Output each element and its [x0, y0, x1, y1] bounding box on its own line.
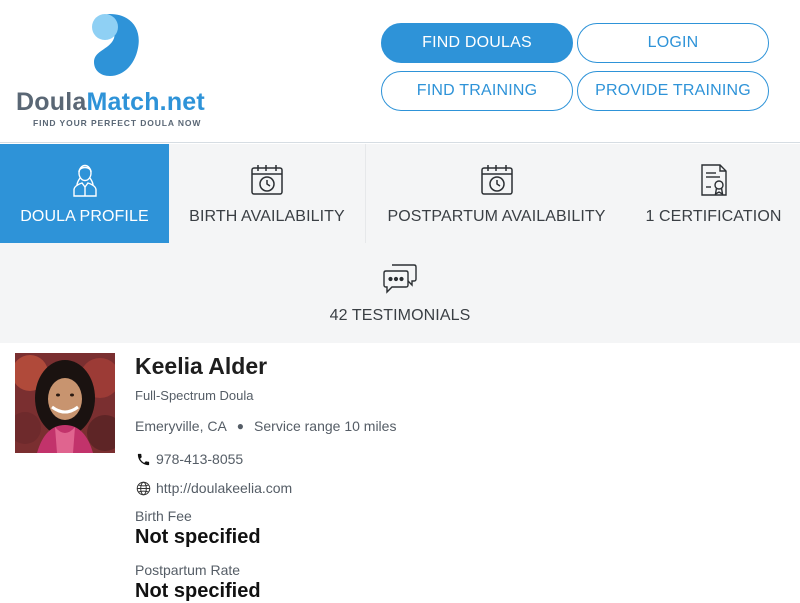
- phone-icon: [135, 451, 151, 467]
- tab-certification[interactable]: 1 CERTIFICATION: [627, 144, 800, 243]
- logo-word-part1: Doula: [16, 88, 87, 116]
- globe-icon: [135, 480, 151, 496]
- tab-label: 1 CERTIFICATION: [645, 208, 782, 225]
- logo-wordmark: DoulaMatch.net: [16, 88, 205, 117]
- tab-birth-availability[interactable]: BIRTH AVAILABILITY: [169, 144, 366, 243]
- phone-row[interactable]: 978-413-8055: [135, 451, 243, 467]
- certificate-icon: [694, 162, 734, 198]
- location-row: Emeryville, CA ● Service range 10 miles: [135, 418, 396, 434]
- tab-label: BIRTH AVAILABILITY: [189, 208, 345, 225]
- tab-label: DOULA PROFILE: [20, 208, 149, 225]
- doula-location: Emeryville, CA: [135, 418, 227, 434]
- tab-postpartum-availability[interactable]: POSTPARTUM AVAILABILITY: [366, 144, 627, 243]
- birth-fee-value: Not specified: [135, 526, 261, 548]
- website-row[interactable]: http://doulakeelia.com: [135, 480, 292, 496]
- service-range: Service range 10 miles: [254, 418, 397, 434]
- find-doulas-button[interactable]: FIND DOULAS: [381, 23, 573, 63]
- doula-photo: [15, 353, 115, 453]
- birth-fee-label: Birth Fee: [135, 508, 192, 524]
- website-link[interactable]: http://doulakeelia.com: [156, 480, 292, 496]
- separator-dot: ●: [236, 419, 245, 433]
- site-logo[interactable]: DoulaMatch.net FIND YOUR PERFECT DOULA N…: [16, 12, 226, 132]
- person-icon: [65, 162, 105, 198]
- login-button[interactable]: LOGIN: [577, 23, 769, 63]
- doula-name: Keelia Alder: [135, 353, 268, 379]
- tab-testimonials[interactable]: 42 TESTIMONIALS: [0, 243, 800, 343]
- logo-tagline: FIND YOUR PERFECT DOULA NOW: [33, 118, 202, 128]
- logo-mark-icon: [92, 14, 139, 76]
- postpartum-rate-label: Postpartum Rate: [135, 562, 241, 578]
- logo-word-part2: Match.net: [86, 88, 205, 116]
- calendar-clock-icon: [477, 162, 517, 198]
- provide-training-button[interactable]: PROVIDE TRAINING: [577, 71, 769, 111]
- site-header: DoulaMatch.net FIND YOUR PERFECT DOULA N…: [0, 0, 800, 143]
- tab-doula-profile[interactable]: DOULA PROFILE: [0, 144, 169, 243]
- find-training-button[interactable]: FIND TRAINING: [381, 71, 573, 111]
- doula-title: Full-Spectrum Doula: [135, 388, 254, 403]
- tab-label: POSTPARTUM AVAILABILITY: [387, 208, 606, 225]
- profile-tabs: DOULA PROFILE BIRTH AVAILABILITY POSTPAR…: [0, 144, 800, 343]
- tab-label: 42 TESTIMONIALS: [329, 307, 471, 324]
- phone-number[interactable]: 978-413-8055: [156, 451, 243, 467]
- chat-bubbles-icon: [380, 261, 420, 297]
- calendar-clock-icon: [247, 162, 287, 198]
